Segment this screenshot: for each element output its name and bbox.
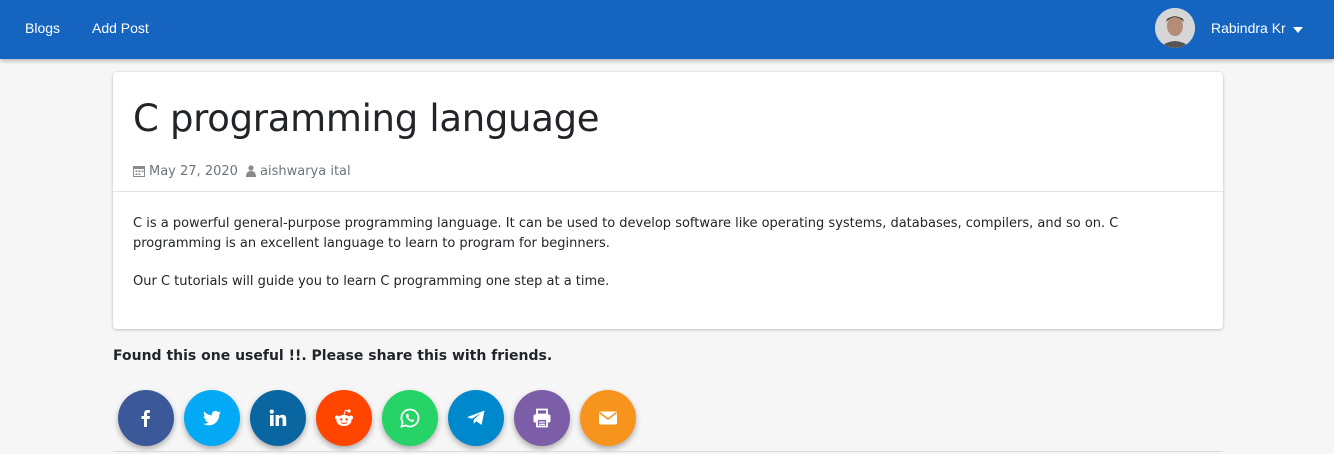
telegram-icon [467, 410, 485, 425]
share-whatsapp-button[interactable] [382, 390, 438, 446]
post-card: C programming language May 27, 2020 aish… [113, 72, 1223, 329]
share-email-button[interactable] [580, 390, 636, 446]
top-navbar: Blogs Add Post Rabindra Kr [0, 0, 1334, 59]
nav-link-blogs[interactable]: Blogs [25, 20, 60, 36]
section-divider [113, 451, 1223, 452]
email-icon [599, 411, 617, 425]
post-title: C programming language [133, 97, 600, 140]
avatar-photo [1155, 8, 1195, 48]
post-paragraph: Our C tutorials will guide you to learn … [133, 274, 610, 289]
caret-down-icon[interactable] [1293, 27, 1303, 33]
post-date-text: May 27, 2020 [149, 164, 238, 179]
post-author: aishwarya ital [246, 164, 351, 179]
share-telegram-button[interactable] [448, 390, 504, 446]
print-icon [533, 408, 551, 428]
post-date: May 27, 2020 [133, 164, 238, 179]
share-facebook-button[interactable] [118, 390, 174, 446]
reddit-icon [335, 409, 353, 426]
share-twitter-button[interactable] [184, 390, 240, 446]
share-heading: Found this one useful !!. Please share t… [113, 348, 553, 364]
share-reddit-button[interactable] [316, 390, 372, 446]
post-paragraph: C is a powerful general-purpose programm… [133, 216, 1119, 251]
facebook-icon [141, 410, 150, 427]
share-print-button[interactable] [514, 390, 570, 446]
post-author-text: aishwarya ital [260, 164, 351, 179]
user-icon [246, 165, 256, 177]
user-menu-name[interactable]: Rabindra Kr [1211, 20, 1286, 36]
whatsapp-icon [400, 408, 420, 428]
twitter-icon [203, 410, 221, 426]
nav-link-add-post[interactable]: Add Post [92, 20, 149, 36]
linkedin-icon [269, 409, 287, 426]
card-divider [113, 191, 1223, 192]
user-avatar[interactable] [1155, 8, 1195, 48]
share-linkedin-button[interactable] [250, 390, 306, 446]
calendar-icon [133, 166, 145, 177]
